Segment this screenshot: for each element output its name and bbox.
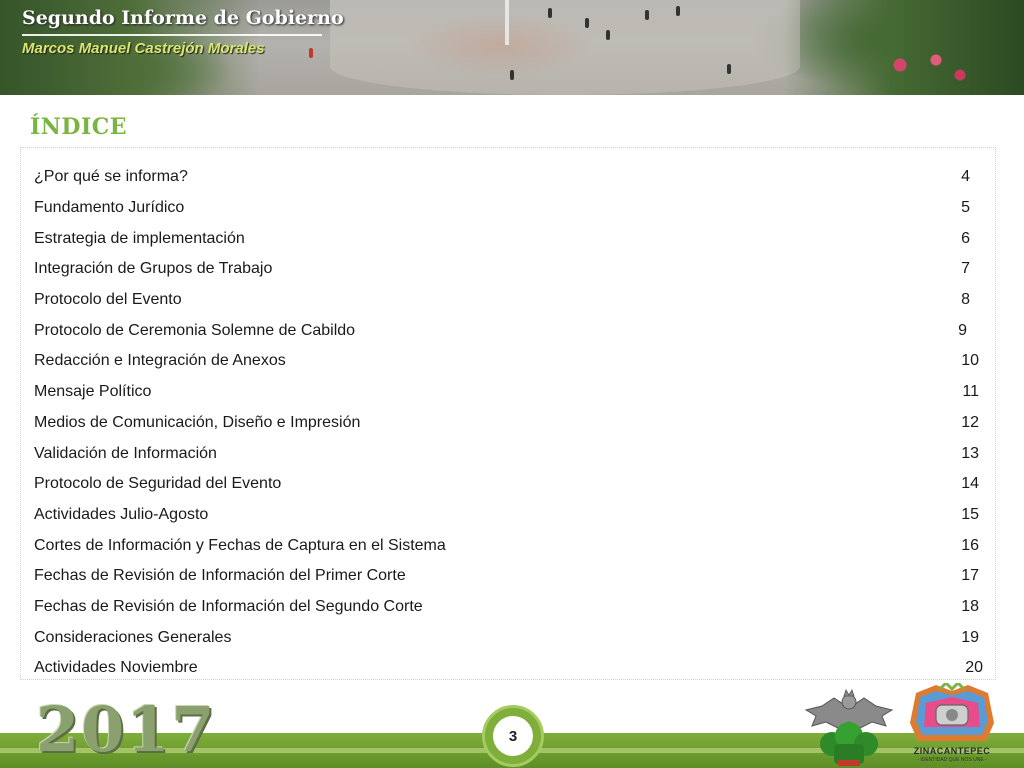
toc-item[interactable]: Protocolo de Seguridad del Evento 14	[34, 469, 979, 500]
toc-item[interactable]: Fechas de Revisión de Información del Pr…	[34, 561, 979, 592]
toc-item-label: Medios de Comunicación, Diseño e Impresi…	[34, 413, 361, 431]
person-figure	[548, 8, 552, 18]
person-figure	[676, 6, 680, 16]
person-figure	[585, 18, 589, 28]
person-figure	[645, 10, 649, 20]
report-author: Marcos Manuel Castrejón Morales	[22, 40, 265, 57]
toc-item-page: 8	[961, 291, 970, 309]
flower-bed	[864, 40, 984, 90]
toc-item-page: 13	[961, 444, 979, 462]
toc-item[interactable]: Medios de Comunicación, Diseño e Impresi…	[34, 408, 979, 439]
toc-item-page: 17	[961, 567, 979, 585]
index-heading: ÍNDICE	[30, 114, 128, 140]
toc-item-label: ¿Por qué se informa?	[34, 168, 188, 186]
plaza-area	[330, 0, 800, 95]
toc-item-page: 9	[958, 321, 967, 339]
toc-item-page: 18	[961, 597, 979, 615]
toc-item-label: Protocolo de Seguridad del Evento	[34, 475, 282, 493]
toc-item-label: Actividades Julio-Agosto	[34, 505, 209, 523]
toc-item-page: 12	[961, 413, 979, 431]
toc-item[interactable]: Actividades Noviembre 20	[34, 653, 983, 684]
bat-emblem-icon	[804, 689, 894, 766]
toc-item-label: Fechas de Revisión de Información del Pr…	[34, 567, 406, 585]
toc-item-label: Consideraciones Generales	[34, 628, 232, 646]
toc-item-label: Protocolo de Ceremonia Solemne de Cabild…	[34, 321, 356, 339]
person-figure	[727, 64, 731, 74]
toc-item-label: Fechas de Revisión de Información del Se…	[34, 597, 423, 615]
toc-item-label: Validación de Información	[34, 444, 217, 462]
person-figure	[510, 70, 514, 80]
toc-item-label: Cortes de Información y Fechas de Captur…	[34, 536, 446, 554]
toc-item-page: 16	[961, 536, 979, 554]
toc-item-page: 14	[961, 475, 979, 493]
toc-item[interactable]: Estrategia de implementación 6	[34, 223, 979, 254]
toc-item-page: 10	[961, 352, 979, 370]
toc-item-label: Actividades Noviembre	[34, 659, 198, 677]
report-title: Segundo Informe de Gobierno	[22, 7, 344, 29]
toc-item[interactable]: Protocolo del Evento 8	[34, 285, 979, 316]
person-figure	[606, 30, 610, 40]
toc-item[interactable]: Validación de Información 13	[34, 438, 979, 469]
year-label: 2017	[36, 693, 217, 766]
toc-item-label: Estrategia de implementación	[34, 229, 245, 247]
toc-item[interactable]: Consideraciones Generales 19	[34, 622, 979, 653]
toc-item[interactable]: Cortes de Información y Fechas de Captur…	[34, 530, 979, 561]
toc-item-page: 4	[961, 168, 970, 186]
toc-item-label: Redacción e Integración de Anexos	[34, 352, 286, 370]
toc-item[interactable]: Integración de Grupos de Trabajo 7	[34, 254, 979, 285]
toc-item[interactable]: ¿Por qué se informa? 4	[34, 162, 979, 193]
toc-item[interactable]: Redacción e Integración de Anexos 10	[34, 346, 979, 377]
toc-item[interactable]: Protocolo de Ceremonia Solemne de Cabild…	[34, 315, 979, 346]
toc-item-page: 11	[962, 383, 979, 401]
toc-item-page: 15	[961, 505, 979, 523]
toc-item-page: 19	[961, 628, 979, 646]
toc-item[interactable]: Fundamento Jurídico 5	[34, 193, 979, 224]
person-figure	[309, 48, 313, 58]
title-divider	[22, 34, 322, 36]
table-of-contents: ¿Por qué se informa? 4 Fundamento Jurídic…	[20, 147, 996, 680]
toc-item-label: Mensaje Político	[34, 383, 152, 401]
page-number: 3	[493, 716, 533, 756]
toc-item-label: Protocolo del Evento	[34, 291, 182, 309]
toc-item-page: 6	[961, 229, 970, 247]
flag-pole	[505, 0, 509, 45]
toc-item-label: Fundamento Jurídico	[34, 199, 185, 217]
toc-item[interactable]: Fechas de Revisión de Información del Se…	[34, 592, 979, 623]
toc-item-page: 5	[961, 199, 970, 217]
municipality-motto: - IDENTIDAD QUE NOS UNE -	[917, 757, 987, 763]
toc-item[interactable]: Actividades Julio-Agosto 15	[34, 500, 979, 531]
toc-item[interactable]: Mensaje Político 11	[34, 377, 979, 408]
municipality-name: ZINACANTEPEC	[913, 746, 991, 756]
toc-item-label: Integración de Grupos de Trabajo	[34, 260, 273, 278]
toc-item-page: 7	[961, 260, 970, 278]
toc-list: ¿Por qué se informa? 4 Fundamento Jurídic…	[34, 162, 983, 684]
toc-item-page: 20	[965, 659, 983, 677]
page-number-badge: 3	[482, 705, 544, 767]
